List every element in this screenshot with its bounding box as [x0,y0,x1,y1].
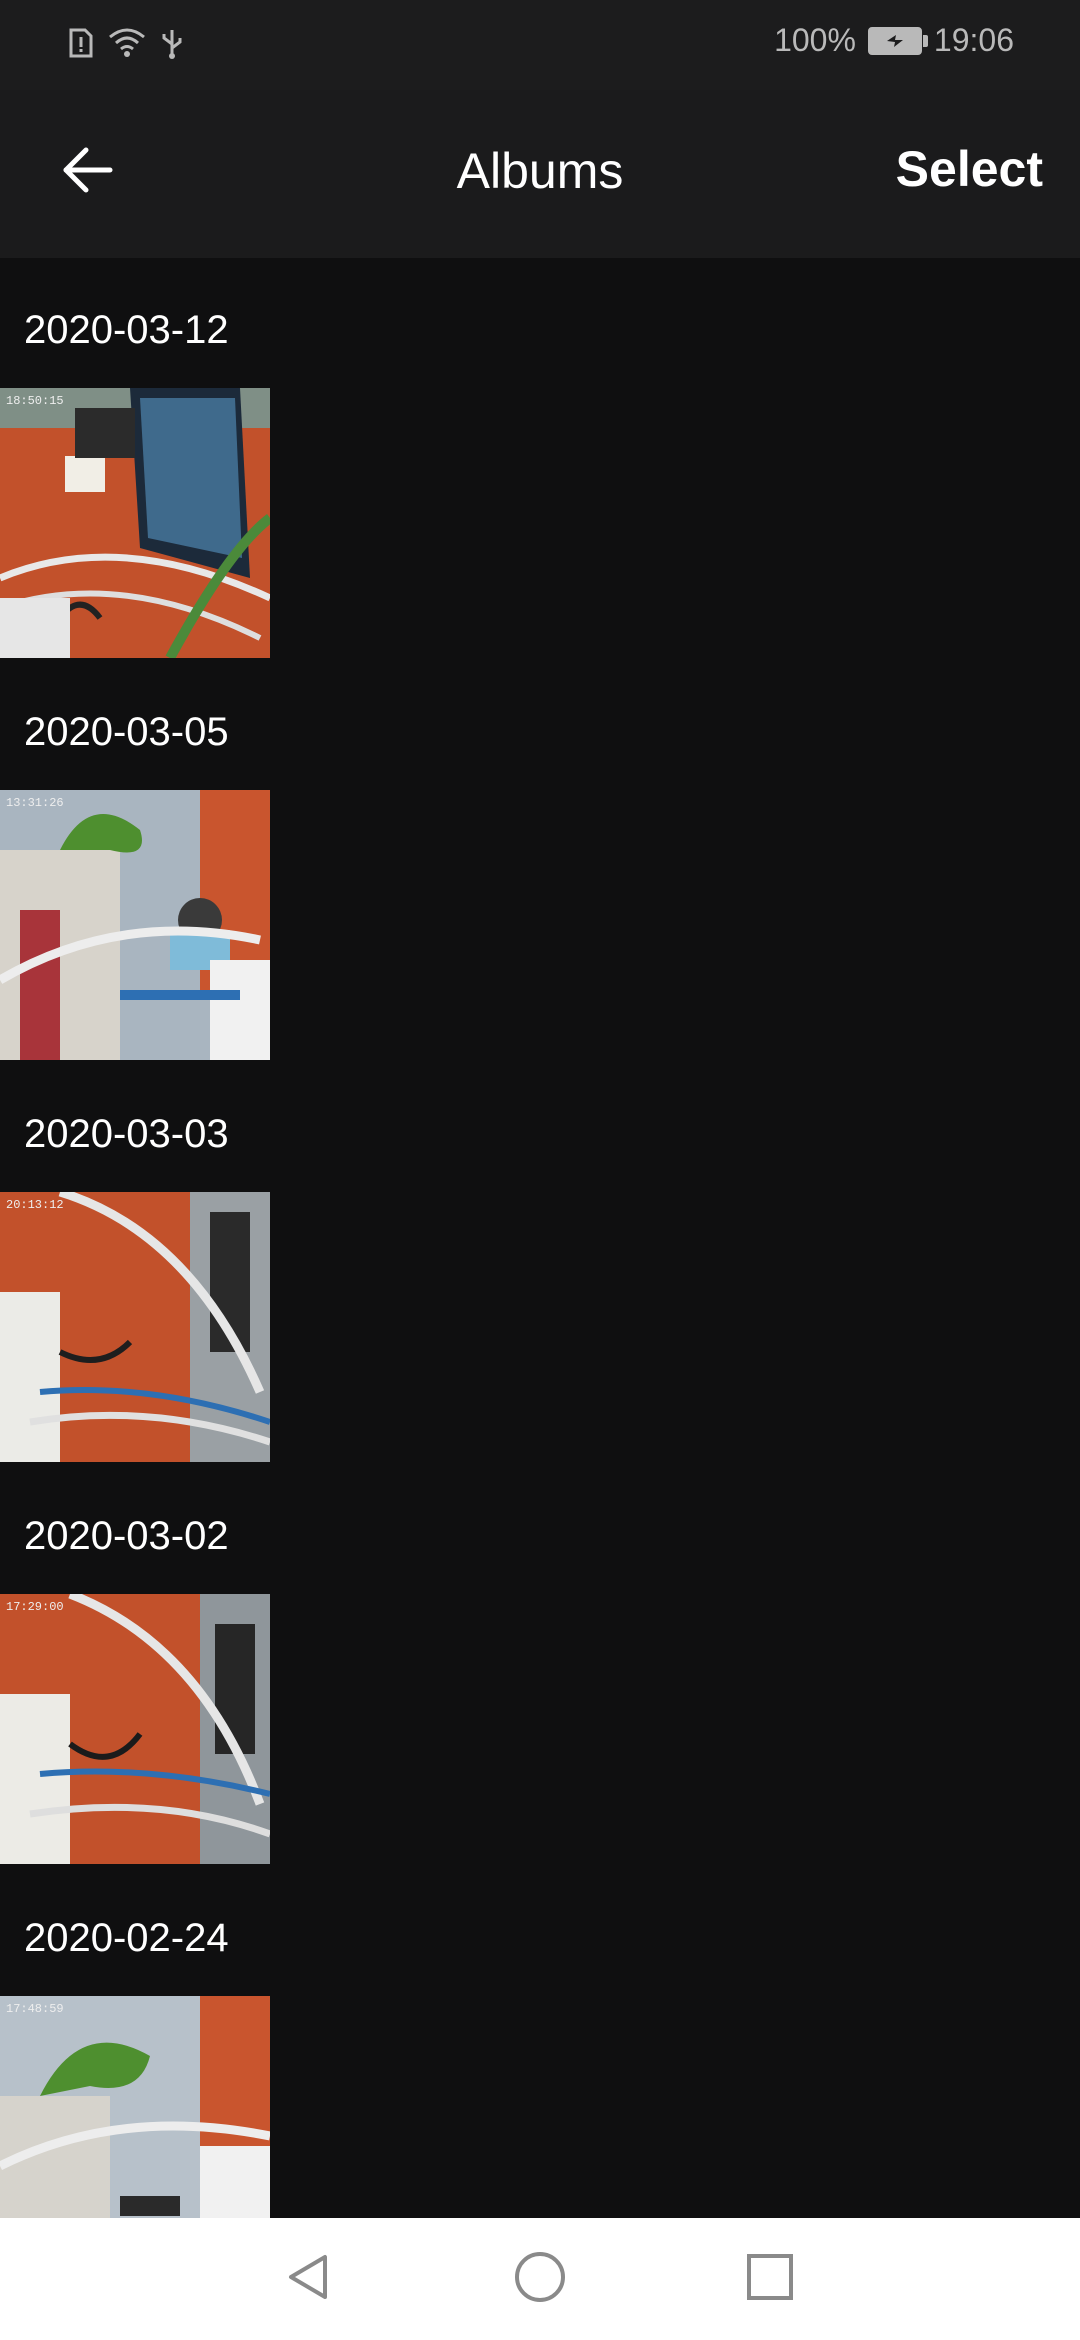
album-thumbnail[interactable]: 17:48:59 [0,1996,270,2218]
status-icons-left [68,26,184,65]
app-bar: Albums Select [0,90,1080,258]
wifi-icon [108,27,146,64]
nav-back-button[interactable] [272,2243,344,2315]
sim-alert-icon [68,28,94,63]
nav-home-button[interactable] [504,2243,576,2315]
battery-percent: 100% [774,22,856,58]
recents-square-icon [745,2252,795,2307]
album-thumbnail[interactable]: 20:13:12 [0,1192,270,1462]
album-date: 2020-03-12 [24,308,229,352]
back-triangle-icon [283,2252,333,2307]
nav-recents-button[interactable] [734,2243,806,2315]
album-thumbnail[interactable]: 13:31:26 [0,790,270,1060]
system-nav-bar [0,2218,1080,2340]
thumb-timestamp: 20:13:12 [6,1198,64,1212]
album-date: 2020-03-03 [24,1112,229,1156]
album-date: 2020-03-05 [24,710,229,754]
home-circle-icon [513,2250,567,2309]
thumb-timestamp: 17:29:00 [6,1600,64,1614]
album-list: 2020-03-12 18:50:15 2020-03-05 13:31:26 … [0,258,1080,2218]
thumb-timestamp: 13:31:26 [6,796,64,810]
status-icons-right: 100% 19:06 [774,22,1014,59]
album-thumbnail[interactable]: 18:50:15 [0,388,270,658]
status-bar: 100% 19:06 [0,0,1080,90]
thumb-timestamp: 17:48:59 [6,2002,64,2016]
album-date: 2020-02-24 [24,1916,229,1960]
select-button[interactable]: Select [896,140,1043,198]
clock: 19:06 [933,22,1014,58]
album-thumbnail[interactable]: 17:29:00 [0,1594,270,1864]
album-date: 2020-03-02 [24,1514,229,1558]
thumb-timestamp: 18:50:15 [6,394,64,408]
battery-charging-icon [867,26,928,55]
usb-icon [160,26,184,65]
